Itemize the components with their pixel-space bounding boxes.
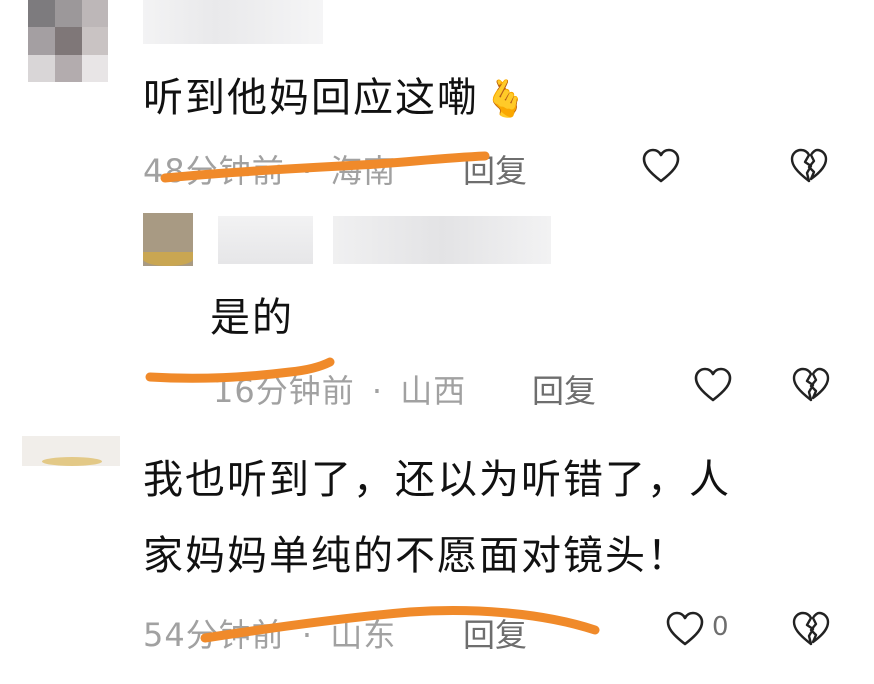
avatar[interactable]: [143, 213, 193, 266]
comment-location: 山西: [400, 372, 467, 410]
username-blurred[interactable]: [143, 0, 323, 44]
comment-text-line: 家妈妈单纯的不愿面对镜头！: [143, 533, 689, 579]
heart-outline-icon[interactable]: [664, 608, 706, 650]
finger-heart-emoji: 🫰: [483, 79, 530, 120]
comment-time: 54分钟前 · 山东: [143, 616, 397, 654]
reply-button[interactable]: 回复: [463, 146, 527, 192]
user-tag-blurred: [333, 216, 551, 264]
broken-heart-icon[interactable]: [790, 608, 832, 650]
reply-button[interactable]: 回复: [463, 610, 527, 656]
comment-location: 山东: [330, 616, 397, 654]
comment-text: 听到他妈回应这嘞 🫰: [143, 75, 530, 121]
broken-heart-icon[interactable]: [788, 145, 830, 187]
heart-outline-icon[interactable]: [640, 145, 682, 187]
avatar[interactable]: [22, 436, 120, 466]
heart-outline-icon[interactable]: [692, 364, 734, 406]
reply-button[interactable]: 回复: [532, 366, 596, 412]
avatar[interactable]: [28, 0, 108, 82]
broken-heart-icon[interactable]: [790, 364, 832, 406]
comment-text: 是的: [210, 295, 294, 341]
comment-text-line: 我也听到了，还以为听错了，人: [143, 457, 731, 503]
comment-location: 海南: [330, 152, 397, 190]
comment-time: 16分钟前 · 山西: [213, 372, 467, 410]
like-count: 0: [712, 612, 729, 642]
comment-time: 48分钟前 · 海南: [143, 152, 397, 190]
username-blurred[interactable]: [218, 216, 313, 264]
